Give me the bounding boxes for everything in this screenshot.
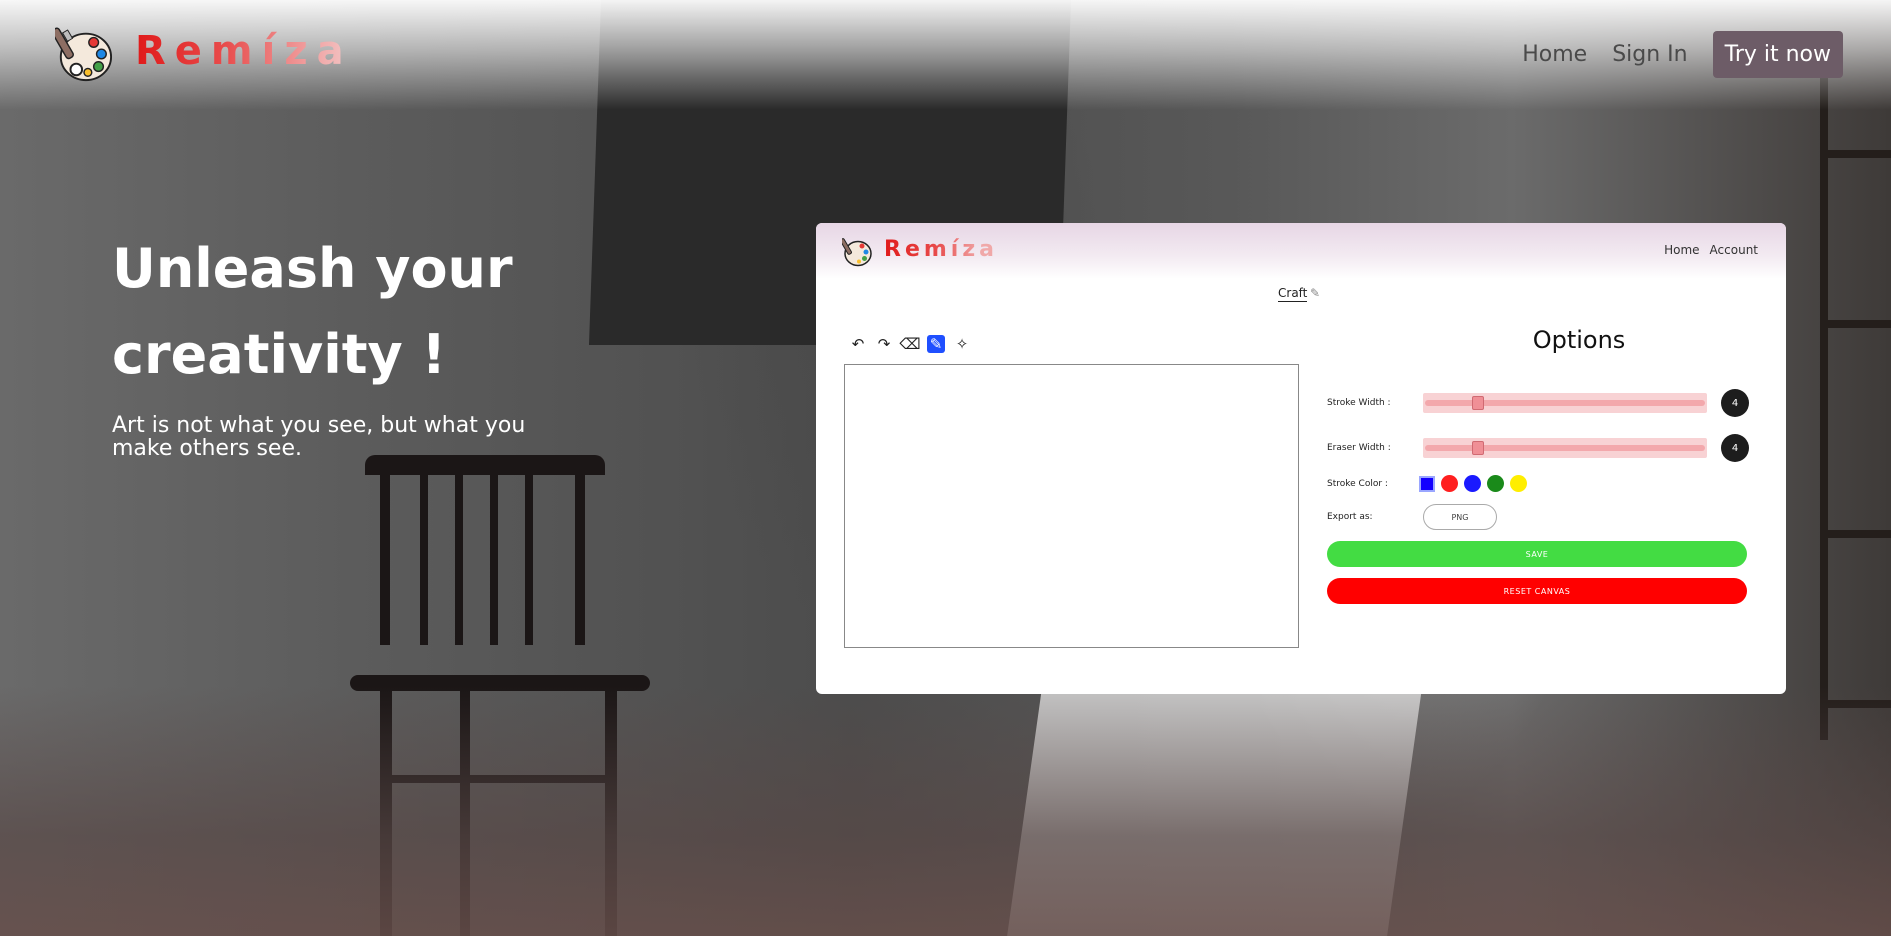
background-shelf [1820, 60, 1891, 740]
redo-icon: ↷ [877, 335, 891, 353]
app-preview: Remíza Home Account Craft ✎ ↶ ↷ ⌫ ✎ ✧ Op… [816, 223, 1786, 694]
reset-canvas-button: RESET CANVAS [1327, 578, 1747, 604]
nav-sign-in-link[interactable]: Sign In [1612, 42, 1687, 67]
export-row: Export as: PNG [1327, 504, 1497, 530]
preview-brand-name: Remíza [884, 237, 998, 262]
undo-icon: ↶ [851, 335, 865, 353]
color-swatches [1441, 475, 1533, 492]
color-swatch-red [1441, 475, 1458, 492]
stroke-width-row: Stroke Width : 4 [1327, 389, 1749, 417]
stroke-color-row: Stroke Color : [1327, 475, 1533, 492]
main-nav: Home Sign In Try it now [1522, 29, 1891, 79]
hero-subtitle: Art is not what you see, but what you ma… [112, 413, 526, 461]
palette-logo-icon[interactable] [55, 25, 113, 83]
brush-icon: ✎ [927, 335, 945, 353]
preview-drawing-canvas [844, 364, 1299, 648]
eraser-width-value: 4 [1721, 434, 1749, 462]
color-swatch-green [1487, 475, 1504, 492]
clear-icon: ✧ [955, 335, 969, 353]
try-it-now-button[interactable]: Try it now [1712, 30, 1843, 78]
stroke-width-thumb [1472, 396, 1484, 410]
eraser-width-thumb [1472, 441, 1484, 455]
color-swatch-yellow [1510, 475, 1527, 492]
save-button: SAVE [1327, 541, 1747, 567]
stroke-width-value: 4 [1721, 389, 1749, 417]
eraser-width-label: Eraser Width : [1327, 443, 1391, 453]
preview-palette-logo-icon [842, 238, 872, 267]
preview-options-title: Options [1532, 326, 1626, 354]
export-label: Export as: [1327, 512, 1373, 522]
eraser-width-slider [1423, 438, 1707, 458]
nav-home-link[interactable]: Home [1522, 42, 1587, 67]
background-floor [0, 686, 1891, 936]
stroke-width-label: Stroke Width : [1327, 398, 1391, 408]
preview-document-name: Craft [1278, 286, 1308, 302]
preview-toolbar: ↶ ↷ ⌫ ✎ ✧ [849, 335, 971, 353]
preview-header: Remíza Home Account [816, 223, 1786, 279]
hero-title-line-1: Unleash your [112, 237, 513, 300]
color-swatch-blue [1464, 475, 1481, 492]
stroke-width-slider [1423, 393, 1707, 413]
eraser-width-row: Eraser Width : 4 [1327, 434, 1749, 462]
brand-name[interactable]: Remíza [135, 28, 353, 74]
pencil-edit-icon: ✎ [1310, 286, 1321, 300]
export-format-select: PNG [1423, 504, 1497, 530]
site-header: Remíza Home Sign In Try it now [0, 0, 1891, 108]
preview-nav-account: Account [1709, 243, 1758, 257]
eraser-icon: ⌫ [899, 335, 921, 353]
preview-nav: Home Account [1654, 243, 1758, 257]
selected-color-swatch [1419, 475, 1435, 492]
hero-title: Unleash your creativity ! [112, 226, 632, 398]
stroke-color-label: Stroke Color : [1327, 478, 1388, 489]
hero-title-line-2: creativity ! [112, 323, 447, 386]
preview-nav-home: Home [1664, 243, 1700, 257]
